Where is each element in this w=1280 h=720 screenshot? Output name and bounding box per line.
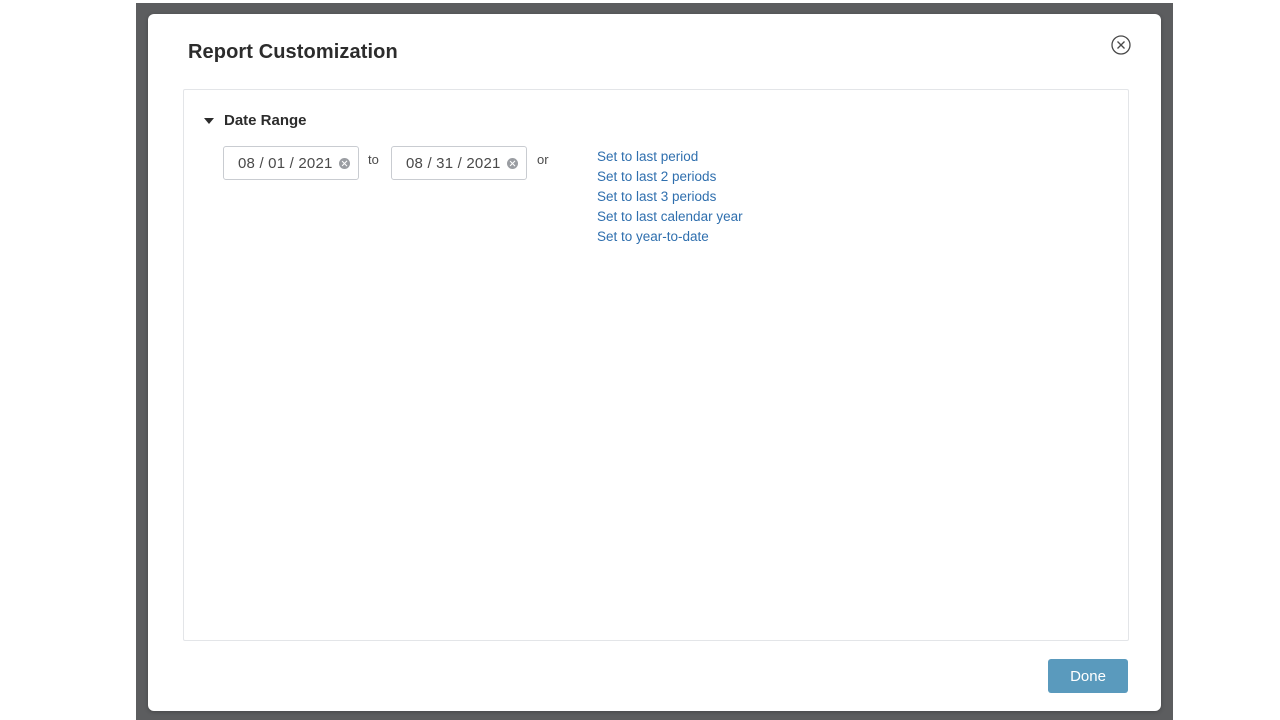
caret-down-icon (204, 117, 214, 124)
preset-last-period-link[interactable]: Set to last period (597, 147, 743, 167)
end-date-value: 08 / 31 / 2021 (406, 154, 501, 172)
date-preset-links: Set to last period Set to last 2 periods… (597, 147, 743, 247)
start-date-input[interactable]: 08 / 01 / 2021 (223, 146, 359, 180)
start-date-value: 08 / 01 / 2021 (238, 154, 333, 172)
to-separator: to (368, 152, 379, 167)
date-range-toggle[interactable]: Date Range (204, 112, 307, 129)
close-icon[interactable] (1110, 34, 1132, 56)
preset-last-calendar-year-link[interactable]: Set to last calendar year (597, 207, 743, 227)
or-separator: or (537, 152, 549, 167)
end-date-input[interactable]: 08 / 31 / 2021 (391, 146, 527, 180)
done-button[interactable]: Done (1048, 659, 1128, 693)
preset-last-2-periods-link[interactable]: Set to last 2 periods (597, 167, 743, 187)
clear-end-date-icon[interactable] (506, 157, 518, 169)
dialog-title: Report Customization (188, 41, 398, 63)
preset-last-3-periods-link[interactable]: Set to last 3 periods (597, 187, 743, 207)
customization-panel: Date Range 08 / 01 / 2021 to 08 / 31 / 2… (183, 89, 1129, 641)
date-range-label: Date Range (224, 112, 307, 129)
clear-start-date-icon[interactable] (338, 157, 350, 169)
preset-year-to-date-link[interactable]: Set to year-to-date (597, 227, 743, 247)
report-customization-dialog: Report Customization Date Range 08 / 01 … (148, 14, 1161, 711)
